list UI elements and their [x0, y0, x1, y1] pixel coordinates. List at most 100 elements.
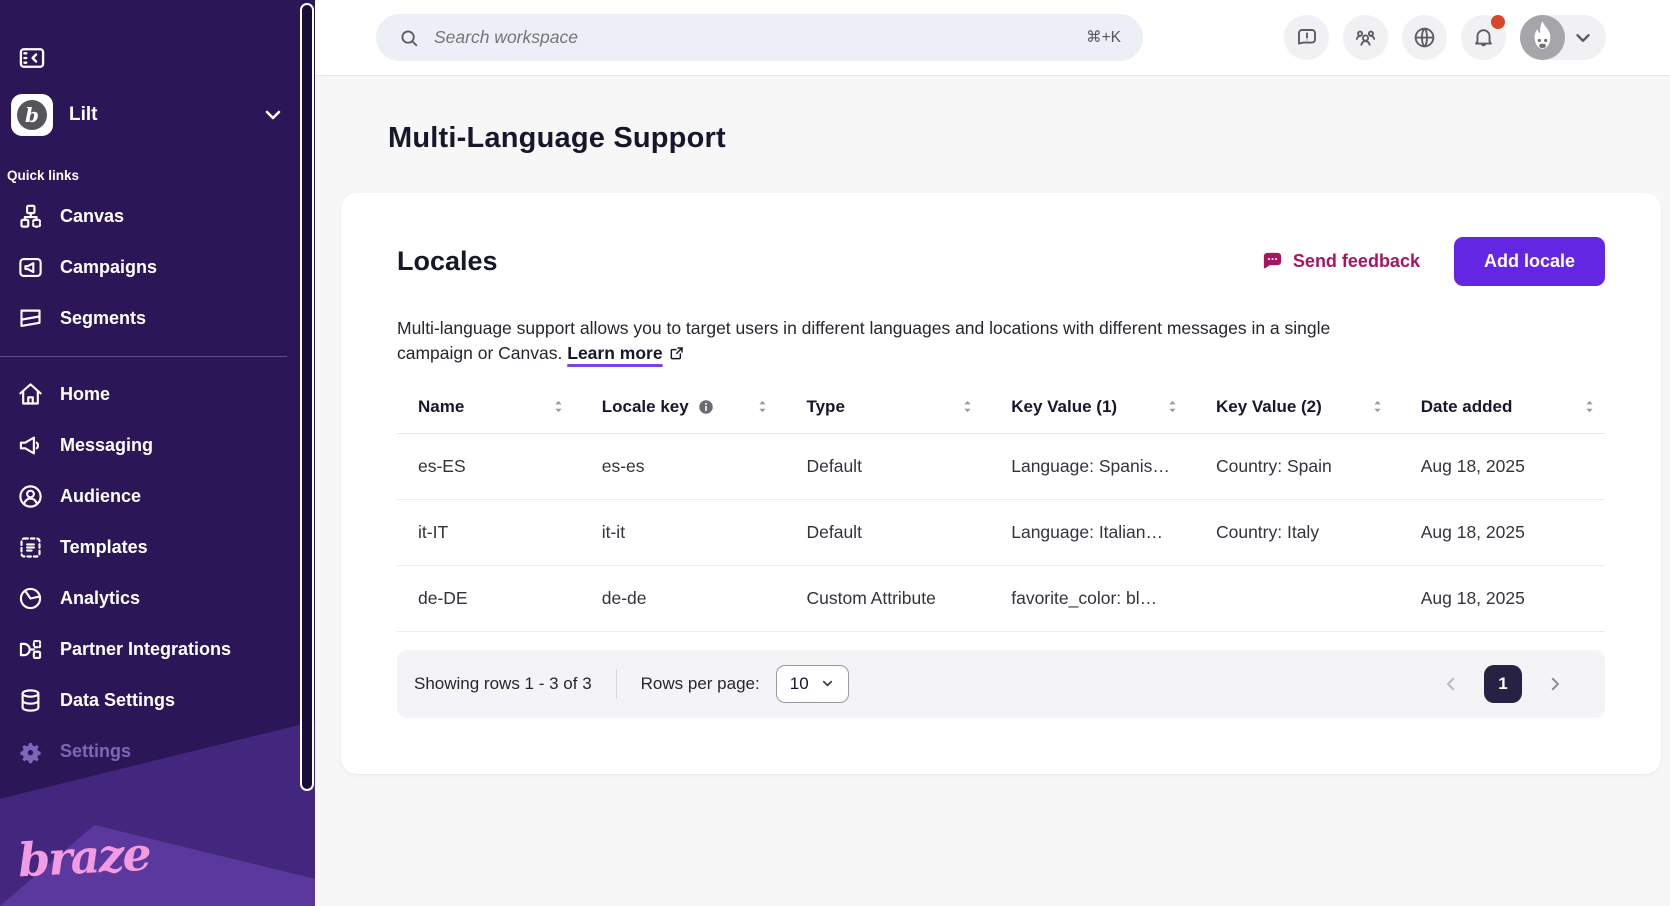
page-number-button[interactable]: 1: [1484, 665, 1522, 703]
language-button[interactable]: [1402, 15, 1447, 60]
notifications-button[interactable]: [1461, 15, 1506, 60]
cell-locale-key: it-it: [602, 522, 807, 543]
send-feedback-label: Send feedback: [1293, 251, 1420, 272]
sort-icon[interactable]: [551, 398, 566, 415]
column-label: Name: [418, 397, 464, 417]
sidebar-scrollbar[interactable]: [300, 3, 314, 791]
table-row[interactable]: de-DE de-de Custom Attribute favorite_co…: [397, 566, 1605, 632]
previous-page-button[interactable]: [1442, 675, 1460, 693]
sidebar-item-label: Campaigns: [60, 257, 157, 278]
segments-icon: [17, 305, 44, 332]
external-link-icon: [669, 345, 685, 361]
sort-icon[interactable]: [960, 398, 975, 415]
send-feedback-link[interactable]: Send feedback: [1261, 250, 1420, 273]
table-row[interactable]: es-ES es-es Default Language: Spanis… Co…: [397, 434, 1605, 500]
card-description: Multi-language support allows you to tar…: [397, 316, 1397, 367]
search-shortcut: ⌘+K: [1086, 28, 1121, 47]
sidebar-item-home[interactable]: Home: [0, 369, 315, 420]
column-label: Type: [806, 397, 844, 417]
globe-icon: [1412, 25, 1437, 50]
add-locale-button[interactable]: Add locale: [1454, 237, 1605, 286]
search-icon: [398, 27, 420, 49]
cell-date-added: Aug 18, 2025: [1421, 456, 1605, 477]
cell-key-value-2: Country: Spain: [1216, 456, 1421, 477]
analytics-icon: [17, 585, 44, 612]
sort-icon[interactable]: [1165, 398, 1180, 415]
workspace-logo: b: [11, 94, 53, 136]
sidebar-item-campaigns[interactable]: Campaigns: [0, 242, 315, 293]
table-header-row: Name Locale key Type Key Value: [397, 397, 1605, 434]
page-title: Multi-Language Support: [388, 122, 1670, 155]
workspace-search[interactable]: ⌘+K: [376, 14, 1143, 61]
templates-icon: [17, 534, 44, 561]
page-content: Multi-Language Support Locales Send feed…: [315, 76, 1670, 906]
feedback-button[interactable]: [1284, 15, 1329, 60]
sidebar-item-analytics[interactable]: Analytics: [0, 573, 315, 624]
home-icon: [17, 381, 44, 408]
column-header-locale-key[interactable]: Locale key: [602, 397, 807, 417]
sidebar-item-label: Segments: [60, 308, 146, 329]
pagination: 1: [1442, 665, 1564, 703]
braze-b-icon: b: [17, 100, 47, 130]
collapse-sidebar-button[interactable]: [18, 44, 46, 70]
sidebar-item-data-settings[interactable]: Data Settings: [0, 675, 315, 726]
avatar: [1520, 15, 1565, 60]
locales-table: Name Locale key Type Key Value: [397, 397, 1605, 718]
column-label: Key Value (2): [1216, 397, 1322, 417]
column-label: Date added: [1421, 397, 1513, 417]
cell-locale-key: es-es: [602, 456, 807, 477]
column-header-key-value-2[interactable]: Key Value (2): [1216, 397, 1421, 417]
sidebar-item-messaging[interactable]: Messaging: [0, 420, 315, 471]
chevron-down-icon: [820, 676, 835, 691]
sidebar-item-settings[interactable]: Settings: [0, 726, 315, 777]
canvas-icon: [17, 203, 44, 230]
sort-icon[interactable]: [1370, 398, 1385, 415]
quick-links-label: Quick links: [7, 168, 315, 183]
sort-icon[interactable]: [755, 398, 770, 415]
table-footer: Showing rows 1 - 3 of 3 Rows per page: 1…: [397, 650, 1605, 718]
column-header-date-added[interactable]: Date added: [1421, 397, 1605, 417]
cell-type: Default: [806, 522, 1011, 543]
info-icon[interactable]: [697, 398, 715, 416]
workspace-switcher[interactable]: b Lilt: [11, 94, 305, 136]
next-page-button[interactable]: [1546, 675, 1564, 693]
cell-type: Default: [806, 456, 1011, 477]
sidebar-item-label: Home: [60, 384, 110, 405]
sidebar-item-label: Messaging: [60, 435, 153, 456]
cell-key-value-2: Country: Italy: [1216, 522, 1421, 543]
rows-per-page-select[interactable]: 10: [776, 665, 849, 703]
sidebar-item-segments[interactable]: Segments: [0, 293, 315, 344]
sidebar-divider: [0, 356, 287, 357]
sidebar-item-partner-integrations[interactable]: Partner Integrations: [0, 624, 315, 675]
data-settings-icon: [17, 687, 44, 714]
column-header-type[interactable]: Type: [806, 397, 1011, 417]
sort-icon[interactable]: [1582, 398, 1597, 415]
column-header-key-value-1[interactable]: Key Value (1): [1011, 397, 1216, 417]
learn-more-link[interactable]: Learn more: [567, 343, 662, 363]
sidebar-item-label: Data Settings: [60, 690, 175, 711]
column-header-name[interactable]: Name: [397, 397, 602, 417]
search-input[interactable]: [432, 26, 1086, 49]
campaigns-icon: [17, 254, 44, 281]
notification-dot: [1491, 15, 1505, 29]
sidebar-item-canvas[interactable]: Canvas: [0, 191, 315, 242]
column-label: Locale key: [602, 397, 689, 417]
messaging-icon: [17, 432, 44, 459]
description-text: Multi-language support allows you to tar…: [397, 318, 1330, 363]
table-row[interactable]: it-IT it-it Default Language: Italian… C…: [397, 500, 1605, 566]
sidebar-item-label: Canvas: [60, 206, 124, 227]
sidebar-item-audience[interactable]: Audience: [0, 471, 315, 522]
sidebar-item-label: Audience: [60, 486, 141, 507]
sidebar: b Lilt Quick links Canvas: [0, 0, 315, 906]
cell-locale-key: de-de: [602, 588, 807, 609]
chevron-down-icon: [261, 103, 285, 127]
sidebar-item-label: Partner Integrations: [60, 639, 231, 660]
sidebar-nav: Canvas Campaigns Segments: [0, 191, 315, 777]
sidebar-item-templates[interactable]: Templates: [0, 522, 315, 573]
account-menu[interactable]: [1520, 15, 1606, 60]
chat-bubble-icon: [1261, 250, 1284, 273]
feedback-bubble-icon: [1295, 26, 1319, 50]
cell-key-value-1: Language: Italian…: [1011, 522, 1216, 543]
team-button[interactable]: [1343, 15, 1388, 60]
cell-name: de-DE: [397, 588, 602, 609]
